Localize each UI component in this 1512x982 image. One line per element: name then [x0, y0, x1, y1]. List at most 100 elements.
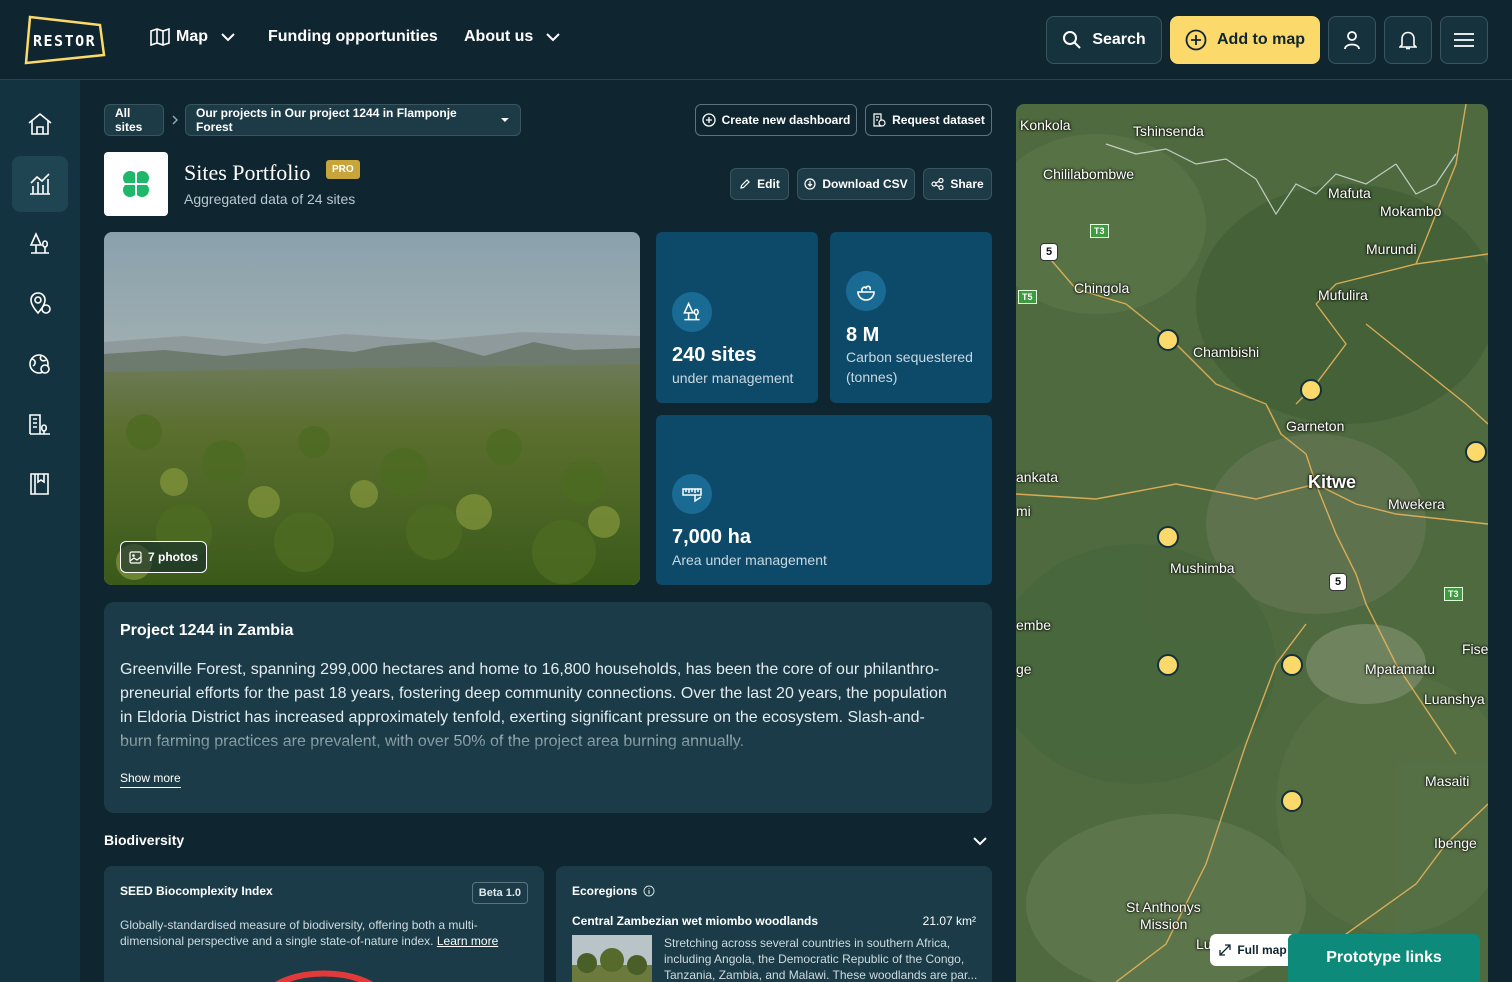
full-map-button[interactable]: Full map — [1210, 934, 1296, 966]
chevron-down-icon[interactable] — [972, 836, 988, 846]
breadcrumb-project-select[interactable]: Our projects in Our project 1244 in Flam… — [185, 104, 521, 136]
sidebar-item-organizations[interactable] — [12, 396, 68, 452]
download-csv-button[interactable]: Download CSV — [797, 168, 915, 200]
gauge-arc — [275, 970, 373, 982]
road-shield: T3 — [1090, 224, 1109, 238]
map-place-label: Murundi — [1366, 241, 1417, 257]
edit-button[interactable]: Edit — [730, 168, 789, 200]
site-marker[interactable] — [1157, 526, 1179, 548]
ecoregions-title: Ecoregions — [572, 884, 638, 898]
learn-more-link[interactable]: Learn more — [437, 934, 498, 948]
nav-funding-label: Funding opportunities — [268, 28, 438, 45]
request-dataset-label: Request dataset — [892, 113, 985, 127]
pencil-icon — [740, 179, 751, 189]
map-icon — [150, 28, 170, 46]
add-to-map-button[interactable]: Add to map — [1170, 16, 1320, 64]
page-title: Sites Portfolio — [184, 160, 311, 185]
road-shield: 5 — [1040, 243, 1059, 261]
download-csv-label: Download CSV — [822, 177, 908, 191]
prototype-links-button[interactable]: Prototype links — [1288, 934, 1480, 982]
share-button[interactable]: Share — [923, 168, 992, 200]
nav-about[interactable]: About us — [464, 28, 561, 46]
chart-icon — [30, 173, 50, 195]
home-icon — [28, 112, 52, 135]
show-more-link[interactable]: Show more — [120, 771, 181, 788]
map-place-label: Garneton — [1286, 418, 1345, 434]
sidebar-item-locations[interactable] — [12, 276, 68, 332]
trees-icon — [672, 292, 712, 332]
stat-card-sites: 240 sites under management — [656, 232, 818, 403]
breadcrumb-current-label: Our projects in Our project 1244 in Flam… — [196, 106, 457, 134]
road-shield: T3 — [1444, 587, 1463, 601]
ecoregion-area: 21.07 km² — [922, 914, 976, 928]
notifications-button[interactable] — [1384, 16, 1432, 64]
sidebar-item-home[interactable] — [12, 96, 68, 152]
create-dashboard-button[interactable]: Create new dashboard — [695, 104, 857, 136]
dataset-icon — [873, 113, 886, 127]
account-button[interactable] — [1328, 16, 1376, 64]
location-pin-icon — [30, 292, 51, 315]
sidebar-item-dashboard[interactable] — [12, 156, 68, 212]
nav-map[interactable]: Map — [150, 28, 236, 46]
ruler-icon — [672, 474, 712, 514]
ecoregion-thumbnail — [572, 935, 652, 982]
map-place-label: ankata — [1016, 469, 1059, 485]
breadcrumb-all-sites[interactable]: All sites — [104, 104, 164, 136]
stat-label: Carbon sequestered (tonnes) — [846, 349, 973, 385]
hamburger-icon — [1454, 33, 1474, 47]
map-place-label: Ibenge — [1434, 835, 1477, 851]
seed-title: SEED Biocomplexity Index — [120, 884, 273, 898]
request-dataset-button[interactable]: Request dataset — [865, 104, 992, 136]
site-marker[interactable] — [1281, 790, 1303, 812]
stat-card-carbon: 8 M Carbon sequestered (tonnes) — [830, 232, 992, 403]
menu-button[interactable] — [1440, 16, 1488, 64]
chevron-right-icon — [172, 115, 178, 125]
seed-index-card: SEED Biocomplexity Index Beta 1.0 Global… — [104, 866, 544, 982]
full-map-label: Full map — [1237, 943, 1287, 957]
search-button[interactable]: Search — [1046, 16, 1162, 64]
photos-button[interactable]: 7 photos — [120, 541, 207, 573]
info-icon[interactable] — [643, 885, 655, 897]
map-place-label: Mission — [1140, 916, 1188, 932]
site-marker[interactable] — [1300, 379, 1322, 401]
sidebar-item-sites[interactable] — [12, 216, 68, 272]
left-sidebar — [0, 80, 80, 982]
stat-value: 240 sites — [672, 344, 757, 366]
map-place-label: Masaiti — [1425, 773, 1470, 789]
plus-circle-icon — [1185, 29, 1207, 51]
site-marker[interactable] — [1157, 329, 1179, 351]
site-marker[interactable] — [1281, 654, 1303, 676]
sidebar-item-globe[interactable] — [12, 336, 68, 392]
sidebar-item-library[interactable] — [12, 456, 68, 512]
hero-photo[interactable]: 7 photos — [104, 232, 640, 585]
map-place-label: embe — [1016, 617, 1052, 633]
ecoregion-name: Central Zambezian wet miombo woodlands — [572, 914, 819, 928]
biodiversity-heading: Biodiversity — [104, 832, 185, 848]
caret-down-icon — [501, 118, 510, 122]
portfolio-logo — [104, 152, 168, 216]
map-place-label: Mushimba — [1170, 560, 1235, 576]
globe-leaf-icon — [29, 354, 50, 374]
map-place-label: St Anthonys — [1126, 899, 1201, 915]
restor-logo[interactable]: RESTOR — [24, 15, 106, 65]
site-marker[interactable] — [1157, 654, 1179, 676]
ecoregions-card: Ecoregions Central Zambezian wet miombo … — [556, 866, 992, 982]
carbon-icon — [846, 271, 886, 311]
stat-label: Area under management — [672, 552, 827, 568]
sites-map[interactable]: Konkola Tshinsenda Chililabombwe Mafuta … — [1016, 104, 1488, 982]
nav-funding[interactable]: Funding opportunities — [268, 28, 438, 46]
page-subtitle: Aggregated data of 24 sites — [184, 191, 356, 207]
seed-description: Globally-standardised measure of biodive… — [120, 917, 520, 949]
site-marker[interactable] — [1465, 441, 1487, 463]
pro-badge: PRO — [326, 160, 360, 179]
building-icon — [29, 414, 50, 435]
top-header: RESTOR Map Funding opportunities About u… — [0, 0, 1512, 80]
stat-card-area: 7,000 ha Area under management — [656, 415, 992, 585]
share-icon — [931, 178, 944, 190]
edit-label: Edit — [757, 177, 780, 191]
map-place-label: Fise — [1462, 641, 1488, 657]
share-label: Share — [950, 177, 984, 191]
logo-text: RESTOR — [33, 32, 97, 50]
satellite-map-image — [1016, 104, 1488, 982]
trees-icon — [29, 232, 49, 254]
